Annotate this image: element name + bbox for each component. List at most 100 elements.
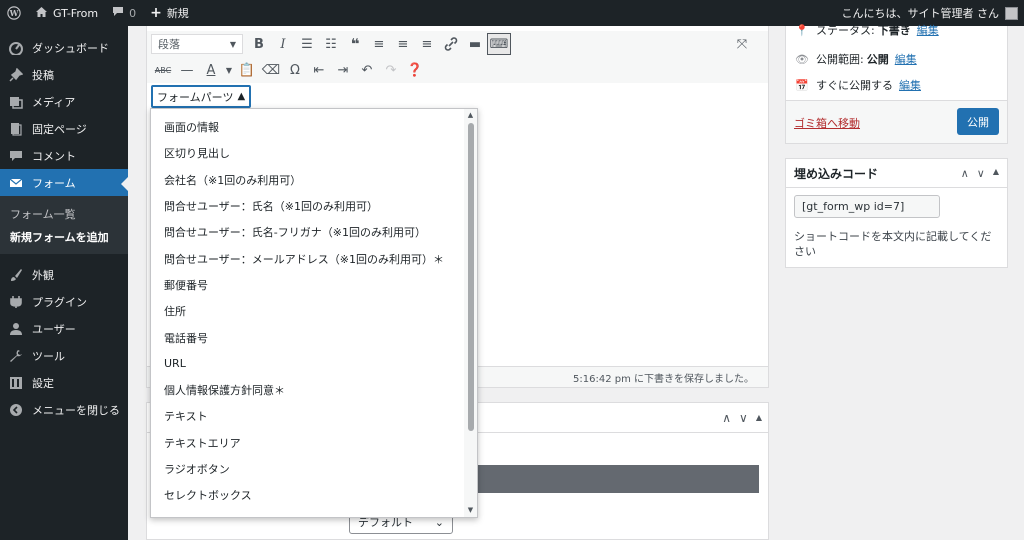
chevron-up-icon[interactable]: ∧ [722,411,731,425]
dashboard-icon [8,40,24,56]
text-color-icon[interactable]: A [199,59,223,81]
arrow-up-icon: ▲ [237,91,246,102]
form-parts-label: フォームパーツ [157,90,234,104]
scrollbar-thumb[interactable] [468,123,474,431]
strikethrough-icon[interactable]: ABC [151,59,175,81]
dropdown-item[interactable]: 問合せユーザー：氏名（※1回のみ利用可） [151,193,465,219]
text-color-dropdown-icon[interactable]: ▼ [223,59,235,81]
indent-icon[interactable]: ⇥ [331,59,355,81]
scroll-down-arrow-icon[interactable]: ▼ [466,506,475,515]
comment-bubble-icon [112,6,124,20]
dropdown-item[interactable]: 郵便番号 [151,272,465,298]
dropdown-item[interactable]: テキスト [151,403,465,429]
wordpress-logo-icon[interactable]: W [0,0,28,26]
dropdown-item[interactable]: 区切り見出し [151,140,465,166]
horizontal-line-icon[interactable]: — [175,59,199,81]
sidebar-item-label: 固定ページ [32,122,87,136]
chevron-down-icon[interactable]: ∨ [977,167,985,180]
sidebar-item[interactable]: プラグイン [0,288,128,315]
redo-icon[interactable]: ↷ [379,59,403,81]
link-icon[interactable] [439,33,463,55]
submenu-item-add-new-form[interactable]: 新規フォームを追加 [0,225,128,248]
align-right-icon[interactable]: ≡ [415,33,439,55]
sidebar-item-label: メディア [32,95,76,109]
schedule-row: 📅 すぐに公開する 編集 [794,77,921,93]
dropdown-item[interactable]: 電話番号 [151,324,465,350]
paste-text-icon[interactable]: 📋 [235,59,259,81]
clear-formatting-icon[interactable]: ⌫ [259,59,283,81]
paragraph-format-select[interactable]: 段落 ▼ [151,34,243,54]
sidebar-item[interactable]: ユーザー [0,315,128,342]
move-to-trash-link[interactable]: ゴミ箱へ移動 [794,115,860,131]
special-character-icon[interactable]: Ω [283,59,307,81]
toggle-panel-icon[interactable]: ▲ [756,413,762,422]
dropdown-item[interactable]: 個人情報保護方針同意＊ [151,377,465,403]
editor-toolbar-row-2: ABC — A ▼ 📋 ⌫ Ω ⇤ ⇥ ↶ ↷ ❓ [147,57,768,83]
user-icon [8,321,24,337]
shortcode-field[interactable]: [gt_form_wp id=7] [794,195,940,218]
sidebar-item[interactable]: ダッシュボード [0,34,128,61]
italic-icon[interactable]: I [271,33,295,55]
read-more-icon[interactable]: ▬ [463,33,487,55]
blockquote-icon[interactable]: ❝ [343,33,367,55]
embed-code-header: 埋め込みコード ∧ ∨ ▲ [786,159,1007,188]
sidebar-item[interactable]: 外観 [0,261,128,288]
align-left-icon[interactable]: ≡ [367,33,391,55]
new-content-link[interactable]: + 新規 [143,0,196,26]
visibility-row: 👁 公開範囲: 公開 編集 [794,51,917,67]
bullet-list-icon[interactable]: ☰ [295,33,319,55]
help-icon[interactable]: ❓ [403,59,427,81]
toolbar-toggle-icon[interactable]: ⌨ [487,33,511,55]
chevron-down-icon[interactable]: ∨ [739,411,748,425]
forms-submenu: フォーム一覧 新規フォームを追加 [0,196,128,254]
dropdown-item[interactable]: 住所 [151,298,465,324]
dropdown-item[interactable]: ラジオボタン [151,456,465,482]
admin-sidebar: ダッシュボード投稿メディア固定ページコメントフォーム フォーム一覧 新規フォーム… [0,26,128,540]
outdent-icon[interactable]: ⇤ [307,59,331,81]
submenu-item-form-list[interactable]: フォーム一覧 [0,202,128,225]
undo-icon[interactable]: ↶ [355,59,379,81]
dropdown-item[interactable]: 会社名（※1回のみ利用可） [151,167,465,193]
sidebar-item[interactable]: メニューを閉じる [0,396,128,423]
visibility-label: 公開範囲: [816,53,864,66]
numbered-list-icon[interactable]: ☷ [319,33,343,55]
sidebar-item-label: プラグイン [32,295,87,309]
sidebar-item-label: ツール [32,349,65,363]
collapse-icon [8,402,24,418]
site-name-link[interactable]: GT-From [28,0,105,26]
sidebar-item[interactable]: 固定ページ [0,115,128,142]
chevron-up-icon[interactable]: ∧ [961,167,969,180]
edit-schedule-link[interactable]: 編集 [899,77,921,93]
sidebar-item-label: フォーム [32,176,76,190]
toggle-panel-icon[interactable]: ▲ [993,167,999,180]
status-row: 📍 ステータス: 下書き 編集 [794,22,939,38]
dropdown-item[interactable]: セレクトボックス [151,482,465,508]
sidebar-item[interactable]: 設定 [0,369,128,396]
sidebar-item[interactable]: コメント [0,142,128,169]
dropdown-item[interactable]: チェックボックス [151,508,465,517]
publish-button[interactable]: 公開 [957,108,999,135]
bold-icon[interactable]: B [247,33,271,55]
fullscreen-icon[interactable]: ⤧ [730,33,754,55]
plugin-icon [8,294,24,310]
sidebar-item[interactable]: ツール [0,342,128,369]
embed-code-title: 埋め込みコード [794,166,879,181]
sidebar-item-label: 投稿 [32,68,54,82]
dropdown-item[interactable]: URL [151,351,465,377]
align-center-icon[interactable]: ≡ [391,33,415,55]
edit-status-link[interactable]: 編集 [917,22,939,38]
dropdown-item[interactable]: テキストエリア [151,430,465,456]
comments-link[interactable]: 0 [105,0,143,26]
sidebar-item[interactable]: 投稿 [0,61,128,88]
form-parts-button[interactable]: フォームパーツ ▲ [151,85,252,108]
media-icon [8,94,24,110]
sidebar-item[interactable]: メディア [0,88,128,115]
comments-count: 0 [129,6,137,20]
dropdown-scrollbar[interactable]: ▲ ▼ [464,109,477,517]
edit-visibility-link[interactable]: 編集 [895,51,917,67]
sidebar-item[interactable]: フォーム [0,169,128,196]
dropdown-item[interactable]: 問合せユーザー：氏名-フリガナ（※1回のみ利用可） [151,219,465,245]
dropdown-item[interactable]: 画面の情報 [151,114,465,140]
dropdown-item[interactable]: 問合せユーザー：メールアドレス（※1回のみ利用可）＊ [151,245,465,271]
scroll-up-arrow-icon[interactable]: ▲ [466,111,475,120]
